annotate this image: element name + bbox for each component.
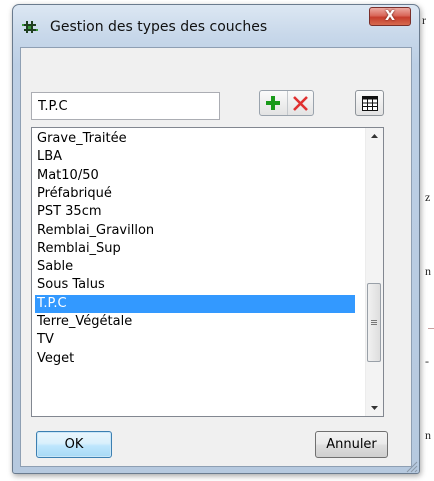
cancel-button[interactable]: Annuler xyxy=(315,431,388,458)
thumb-grip xyxy=(371,324,377,325)
red-x-icon xyxy=(293,96,308,111)
thumb-grip xyxy=(371,320,377,321)
background-fragment: n xyxy=(425,264,431,278)
plus-icon xyxy=(266,96,280,110)
title-bar[interactable]: Gestion des types des couches X xyxy=(13,5,419,47)
background-mark xyxy=(428,328,434,329)
ok-button[interactable]: OK xyxy=(36,431,112,458)
list-item[interactable]: Mat10/50 xyxy=(35,167,355,185)
scroll-up-button[interactable] xyxy=(366,128,383,145)
layer-grid-icon xyxy=(22,19,38,35)
background-fragment: r xyxy=(422,13,426,27)
table-grid-icon xyxy=(362,96,378,111)
list-item[interactable]: Sable xyxy=(35,258,355,276)
dialog-title: Gestion des types des couches xyxy=(50,19,268,35)
list-item[interactable]: PST 35cm xyxy=(35,203,355,221)
list-item[interactable]: LBA xyxy=(35,148,355,166)
layer-types-dialog: Gestion des types des couches X T.P.C Gr… xyxy=(12,4,420,474)
list-item[interactable]: Préfabriqué xyxy=(35,185,355,203)
list-item[interactable]: Sous Talus xyxy=(35,276,355,294)
thumb-grip xyxy=(371,322,377,323)
scroll-thumb[interactable] xyxy=(367,283,381,362)
background-fragment: n xyxy=(425,428,431,442)
arrow-up-icon xyxy=(371,134,378,138)
list-item[interactable]: Remblai_Gravillon xyxy=(35,222,355,240)
list-item[interactable]: Terre_Végétale xyxy=(35,313,355,331)
arrow-down-icon xyxy=(371,406,378,410)
list-item[interactable]: Veget xyxy=(35,350,355,368)
list-item[interactable]: Remblai_Sup xyxy=(35,240,355,258)
scroll-down-button[interactable] xyxy=(366,399,383,416)
table-view-button[interactable] xyxy=(355,90,384,116)
layer-name-input[interactable] xyxy=(31,92,220,120)
background-fragment: - xyxy=(425,354,429,368)
vertical-scrollbar[interactable] xyxy=(365,128,383,416)
close-button[interactable]: X xyxy=(369,7,411,26)
list-item[interactable]: Grave_Traitée xyxy=(35,130,355,148)
list-item[interactable]: TV xyxy=(35,331,355,349)
layer-types-list[interactable]: Grave_Traitée LBA Mat10/50 Préfabriqué PST 3… xyxy=(31,127,384,417)
add-button[interactable] xyxy=(260,91,288,115)
background-fragment: z xyxy=(425,190,431,204)
delete-button[interactable] xyxy=(287,91,314,115)
dialog-body: Grave_TraitéeLBAMat10/50PréfabriquéPST 3… xyxy=(20,47,412,467)
resize-grip-icon[interactable] xyxy=(404,458,418,473)
add-delete-toolbar xyxy=(259,90,314,116)
list-item[interactable]: T.P.C xyxy=(35,294,355,313)
